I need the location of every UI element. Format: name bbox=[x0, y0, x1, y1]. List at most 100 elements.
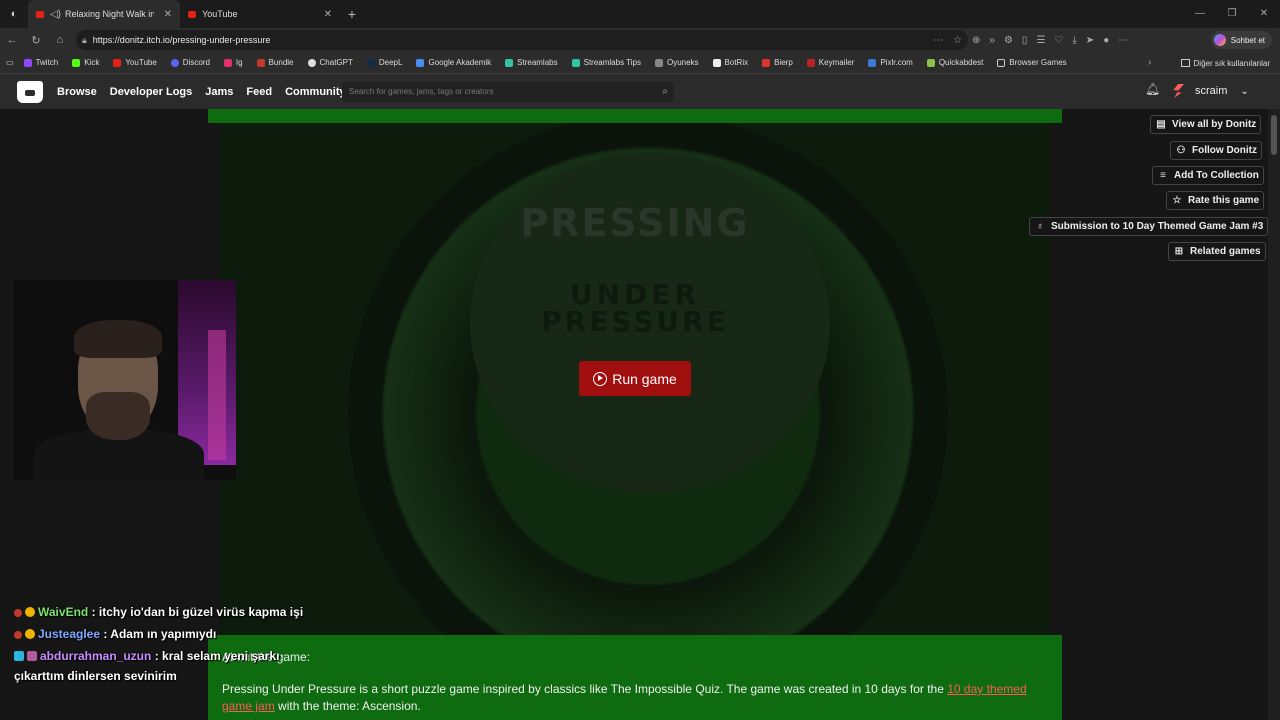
close-icon[interactable]: ✕ bbox=[324, 9, 332, 20]
badge-icon bbox=[14, 609, 22, 617]
nav-developer-logs[interactable]: Developer Logs bbox=[110, 86, 193, 98]
bookmark-label: Browser Games bbox=[1009, 58, 1067, 67]
action-label: Follow Donitz bbox=[1192, 145, 1257, 156]
close-icon[interactable]: ✕ bbox=[164, 9, 172, 20]
view-all-button[interactable]: ▤ View all by Donitz bbox=[1150, 115, 1262, 134]
reader-icon[interactable]: ⋯ bbox=[933, 35, 943, 46]
browser-tab-youtube[interactable]: YouTube ✕ bbox=[180, 0, 340, 28]
bookmark-label: Diğer sık kullanılanlar bbox=[1193, 58, 1270, 68]
itch-header: Browse Developer Logs Jams Feed Communit… bbox=[0, 74, 1280, 109]
bookmark-label: ChatGPT bbox=[319, 58, 353, 67]
bookmark-kick[interactable]: Kick bbox=[72, 58, 99, 67]
chat-message: Justeaglee : Adam ın yapımıydı bbox=[14, 624, 314, 644]
award-icon: ♁ bbox=[1036, 221, 1044, 232]
bookmark-label: Keymailer bbox=[818, 58, 855, 67]
action-label: Related games bbox=[1190, 246, 1261, 257]
bookmark-streamlabs[interactable]: Streamlabs bbox=[505, 58, 558, 67]
nav-jams[interactable]: Jams bbox=[205, 86, 233, 98]
bookmark-streamlabs-tips[interactable]: Streamlabs Tips bbox=[571, 58, 641, 67]
page-scrollbar[interactable] bbox=[1268, 109, 1280, 720]
bookmark-youtube[interactable]: YouTube bbox=[113, 58, 157, 67]
bookmark-pixlr[interactable]: Pixlr.com bbox=[868, 58, 913, 67]
favorite-star-icon[interactable]: ☆ bbox=[953, 35, 962, 46]
bookmark-toggle-icon[interactable]: ▭ bbox=[6, 58, 14, 67]
bookmark-botrix[interactable]: BotRix bbox=[712, 58, 748, 67]
copilot-label: Sohbet et bbox=[1230, 35, 1265, 45]
bundle-icon bbox=[256, 58, 265, 67]
chat-text: : Adam ın yapımıydı bbox=[103, 627, 217, 641]
search-icon[interactable]: ⌕ bbox=[662, 82, 668, 102]
bookmark-google-akademik[interactable]: Google Akademik bbox=[416, 58, 491, 67]
gamepad-icon[interactable]: ⊕ bbox=[972, 35, 980, 46]
browser-tab-bar: ◐ ◁) Relaxing Night Walk in NEW Y ✕ YouT… bbox=[0, 0, 1280, 28]
share-icon[interactable]: ➤ bbox=[1086, 35, 1094, 46]
scrollbar-thumb[interactable] bbox=[1271, 115, 1277, 155]
bookmark-oyuneks[interactable]: Oyuneks bbox=[654, 58, 699, 67]
chevron-right-icon[interactable]: › bbox=[1148, 52, 1151, 74]
refresh-icon[interactable]: ↻ bbox=[24, 34, 48, 47]
bookmark-deepl[interactable]: DeepL bbox=[366, 58, 402, 67]
nav-feed[interactable]: Feed bbox=[246, 86, 272, 98]
home-icon[interactable]: ⌂ bbox=[48, 34, 72, 46]
action-label: Add To Collection bbox=[1174, 170, 1259, 181]
minimize-icon[interactable]: — bbox=[1184, 0, 1216, 28]
bookmark-keymailer[interactable]: Keymailer bbox=[806, 58, 855, 67]
bookmark-bierp[interactable]: Bierp bbox=[762, 58, 793, 67]
related-games-button[interactable]: ⊞ Related games bbox=[1168, 242, 1266, 261]
lock-icon[interactable]: 🔒︎ bbox=[82, 35, 87, 46]
action-label: View all by Donitz bbox=[1172, 119, 1257, 130]
game-logo-line1: PRESSING bbox=[520, 201, 750, 245]
browser-tab-youtube-video[interactable]: ◁) Relaxing Night Walk in NEW Y ✕ bbox=[28, 0, 180, 28]
nav-browse[interactable]: Browse bbox=[57, 86, 97, 98]
deepl-icon bbox=[366, 58, 375, 67]
chat-username: Justeaglee bbox=[38, 627, 101, 641]
streamer-hair bbox=[74, 320, 162, 358]
rate-game-button[interactable]: ☆ Rate this game bbox=[1166, 191, 1265, 210]
chat-text: : itchy io'dan bi güzel virüs kapma işi bbox=[91, 605, 304, 619]
new-tab-button[interactable]: + bbox=[340, 6, 364, 22]
youtube-icon bbox=[113, 58, 122, 67]
search-input[interactable]: Search for games, jams, tags or creators… bbox=[342, 82, 674, 102]
bookmark-discord[interactable]: Discord bbox=[170, 58, 210, 67]
other-favorites-folder[interactable]: Diğer sık kullanılanlar bbox=[1180, 52, 1270, 74]
streamlabs-icon bbox=[571, 58, 580, 67]
bookmark-label: Bundle bbox=[268, 58, 294, 67]
nav-community[interactable]: Community bbox=[285, 86, 346, 98]
bookmark-quickabdest[interactable]: Quickabdest bbox=[926, 58, 983, 67]
collections-icon[interactable]: ☰ bbox=[1036, 35, 1045, 46]
jam-submission-button[interactable]: ♁ Submission to 10 Day Themed Game Jam #3 bbox=[1029, 217, 1269, 236]
profile-icon[interactable]: ● bbox=[1103, 35, 1109, 46]
bookmark-ig[interactable]: Ig bbox=[223, 58, 243, 67]
extensions-icon[interactable]: ⚙ bbox=[1004, 35, 1013, 46]
bookmark-bundle[interactable]: Bundle bbox=[256, 58, 294, 67]
bookmark-label: Google Akademik bbox=[428, 58, 492, 67]
itch-logo-icon[interactable] bbox=[17, 80, 43, 103]
stream-chat-overlay: WaivEnd : itchy io'dan bi güzel virüs ka… bbox=[14, 602, 314, 688]
tab-title: YouTube bbox=[202, 9, 238, 19]
follow-button[interactable]: ⚇ Follow Donitz bbox=[1170, 141, 1262, 160]
bierp-icon bbox=[762, 58, 771, 67]
bookmark-browser-games[interactable]: Browser Games bbox=[997, 58, 1067, 67]
back-icon[interactable]: ← bbox=[0, 34, 24, 46]
run-game-button[interactable]: Run game bbox=[579, 361, 691, 396]
speaker-icon[interactable]: ◁) bbox=[50, 9, 61, 20]
browser-essentials-icon[interactable]: ♡ bbox=[1054, 35, 1063, 46]
user-menu[interactable]: scraim ⌄ bbox=[1172, 84, 1249, 98]
bookmark-chatgpt[interactable]: ChatGPT bbox=[307, 58, 353, 67]
copilot-button[interactable]: Sohbet et bbox=[1210, 31, 1272, 49]
bookmark-twitch[interactable]: Twitch bbox=[23, 58, 58, 67]
download-icon[interactable]: ⤓ bbox=[1072, 35, 1076, 46]
store-icon: ▤ bbox=[1156, 119, 1166, 130]
bookmark-label: Pixlr.com bbox=[880, 58, 913, 67]
close-window-icon[interactable]: ✕ bbox=[1248, 0, 1280, 28]
add-to-collection-button[interactable]: ≡ Add To Collection bbox=[1152, 166, 1264, 185]
address-bar[interactable]: 🔒︎ https://donitz.itch.io/pressing-under… bbox=[76, 30, 968, 50]
more-icon[interactable]: ⋯ bbox=[1118, 35, 1128, 46]
restore-icon[interactable]: ❐ bbox=[1216, 0, 1248, 28]
tab-title: Relaxing Night Walk in NEW Y bbox=[65, 9, 154, 19]
streamer-beard bbox=[86, 392, 150, 440]
bell-icon[interactable]: 🔔︎ bbox=[1145, 82, 1160, 96]
workspaces-icon[interactable]: ◐ bbox=[0, 0, 28, 28]
split-screen-icon[interactable]: ▯ bbox=[1022, 35, 1028, 46]
read-aloud-icon[interactable]: » bbox=[989, 35, 995, 46]
